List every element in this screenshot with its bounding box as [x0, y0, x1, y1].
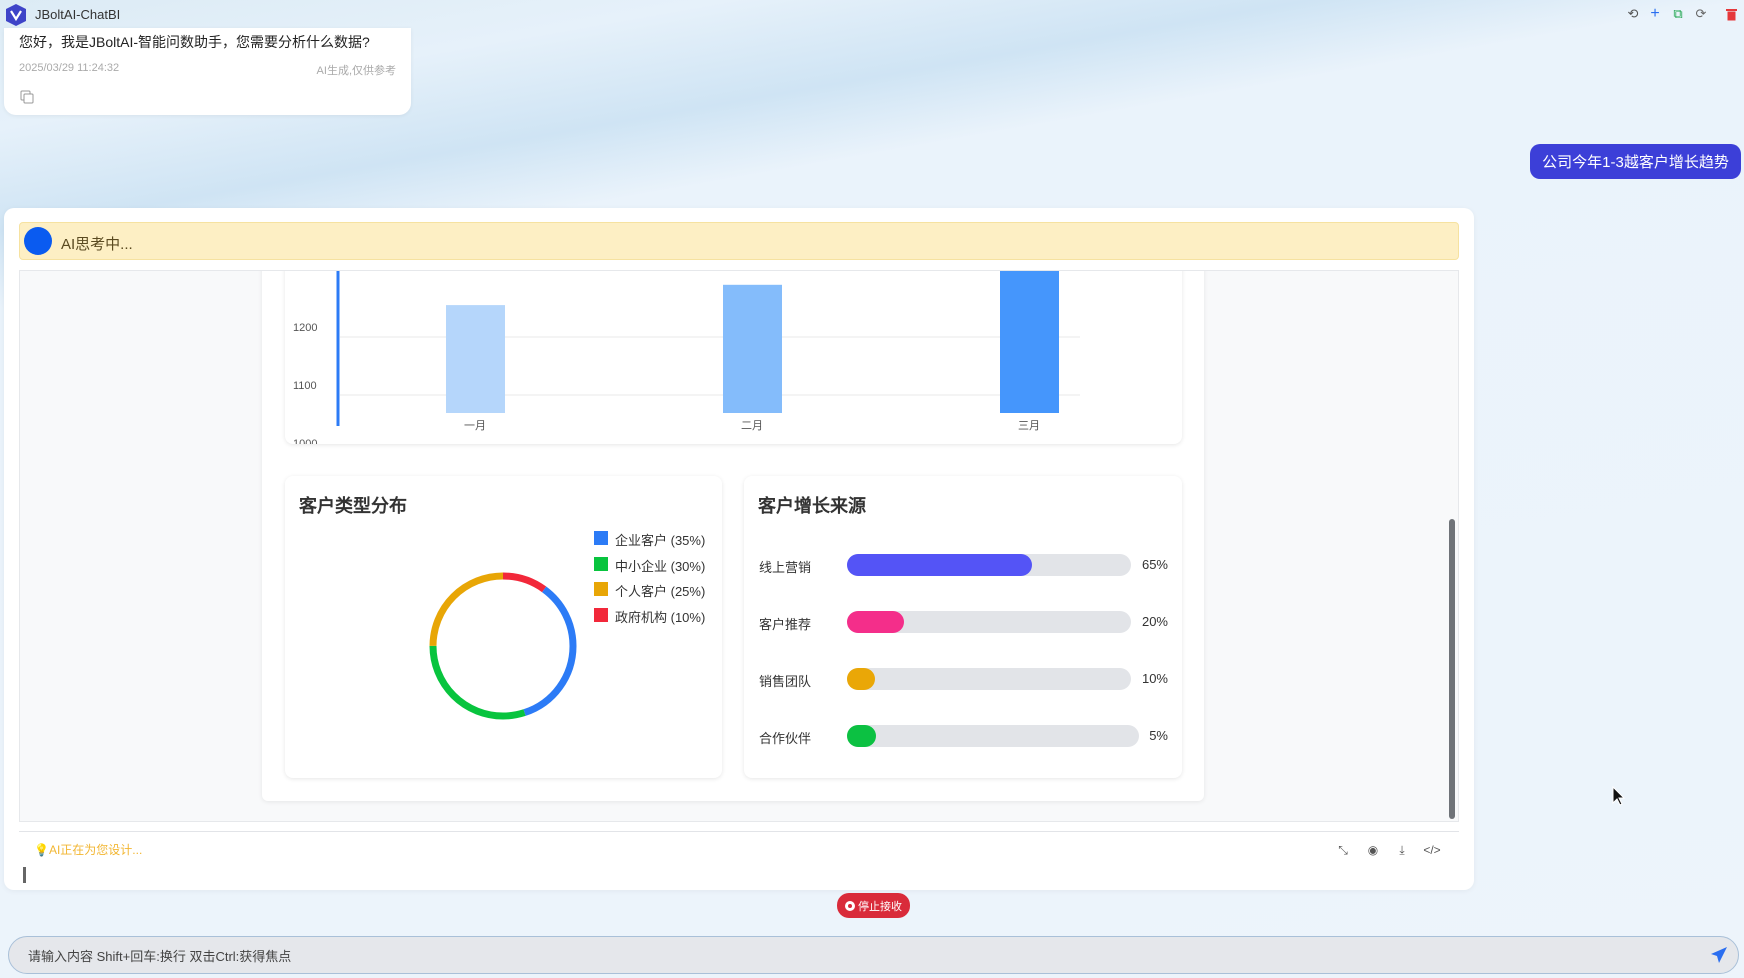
fullscreen-icon[interactable]: ⤡: [1335, 842, 1351, 858]
source-bar-fill: [847, 668, 876, 690]
x-tick-label: 三月: [1018, 420, 1040, 432]
source-bar-fill: [847, 554, 1032, 576]
bar-三月[interactable]: [1000, 270, 1059, 413]
lightbulb-icon: 💡: [34, 843, 49, 857]
refresh-icon[interactable]: ⟳: [1693, 6, 1709, 22]
eye-icon[interactable]: ◉: [1365, 842, 1381, 858]
y-tick-label: 1200: [293, 322, 317, 334]
code-icon[interactable]: </>: [1423, 842, 1440, 858]
bar-二月[interactable]: [723, 284, 782, 413]
app-title: JBoltAI-ChatBI: [35, 7, 121, 22]
user-message-bubble: 公司今年1-3越客户增长趋势: [1530, 144, 1741, 179]
chat-input[interactable]: 请输入内容 Shift+回车:换行 双击Ctrl:获得焦点: [8, 936, 1739, 974]
design-status-text: AI正在为您设计...: [48, 843, 143, 857]
source-label: 线上营销: [759, 560, 812, 575]
source-bar-track: [847, 668, 1131, 690]
legend-label: 个人客户 (25%): [615, 584, 706, 600]
stop-label: 停止接收: [858, 900, 902, 913]
customer-type-card: 客户类型分布 企业客户 (35%) 中小企业 (30%) 个人客户 (25%) 政府机…: [285, 476, 722, 778]
thinking-banner: AI思考中...: [19, 222, 1459, 260]
stop-icon: [845, 900, 855, 911]
source-percent: 5%: [1149, 728, 1168, 743]
bar-一月[interactable]: [446, 305, 505, 413]
legend-swatch: [594, 608, 608, 623]
legend-label: 政府机构 (10%): [615, 610, 706, 626]
source-bar-track: [847, 554, 1131, 576]
legend-label: 中小企业 (30%): [615, 558, 706, 574]
legend-swatch: [594, 582, 608, 597]
x-tick-label: 二月: [741, 420, 763, 432]
assistant-welcome-card: 您好，我是JBoltAI-智能问数助手，您需要分析什么数据? 2025/03/2…: [4, 28, 411, 115]
send-icon[interactable]: [1710, 946, 1728, 964]
mouse-cursor-icon: [1612, 786, 1626, 806]
customer-type-donut: [429, 572, 577, 720]
scrollbar-thumb[interactable]: [1449, 519, 1455, 819]
plus-icon[interactable]: +: [1647, 5, 1663, 22]
source-percent: 10%: [1141, 671, 1168, 686]
design-status: 💡AI正在为您设计...: [34, 841, 142, 858]
copy-icon[interactable]: [20, 90, 34, 104]
growth-source-title: 客户增长来源: [758, 496, 866, 516]
trash-icon[interactable]: [1723, 6, 1739, 22]
source-label: 客户推荐: [759, 617, 812, 632]
source-bar-track: [847, 611, 1131, 633]
source-label: 销售团队: [759, 674, 812, 689]
external-link-icon[interactable]: ⧉: [1670, 6, 1686, 22]
report-preview-viewport[interactable]: 1000 1100 1200 一月 二月 三月 客户类型分布 企业客户 (35%) 中小企业…: [19, 270, 1459, 822]
text-caret: [23, 867, 26, 883]
ai-avatar: [24, 227, 52, 255]
report-container: 1000 1100 1200 一月 二月 三月 客户类型分布 企业客户 (35%) 中小企业…: [262, 270, 1204, 801]
source-bar-fill: [847, 725, 877, 747]
source-label: 合作伙伴: [759, 731, 812, 746]
source-bar-track: [847, 725, 1139, 747]
welcome-message: 您好，我是JBoltAI-智能问数助手，您需要分析什么数据?: [19, 34, 370, 50]
ai-disclaimer: AI生成,仅供参考: [316, 65, 396, 77]
x-tick-label: 一月: [464, 420, 486, 432]
growth-source-card: 客户增长来源 线上营销 65% 客户推荐 20% 销售团队 10% 合作伙伴 5%: [744, 476, 1182, 778]
app-logo-icon: [6, 4, 26, 26]
y-tick-label: 1100: [293, 380, 317, 392]
stop-receiving-button[interactable]: 停止接收: [837, 893, 910, 918]
monthly-bar-chart: 1000 1100 1200 一月 二月 三月: [293, 270, 1080, 444]
source-percent: 65%: [1141, 557, 1168, 572]
message-timestamp: 2025/03/29 11:24:32: [19, 62, 120, 74]
download-icon[interactable]: ⤓: [1394, 842, 1410, 858]
legend-swatch: [594, 531, 608, 545]
source-bar-fill: [847, 611, 904, 633]
monthly-growth-chart-card: 1000 1100 1200 一月 二月 三月: [285, 270, 1182, 444]
chat-input-placeholder: 请输入内容 Shift+回车:换行 双击Ctrl:获得焦点: [28, 948, 292, 964]
thinking-status: AI思考中...: [61, 236, 133, 253]
legend-swatch: [594, 556, 608, 571]
legend-label: 企业客户 (35%): [615, 533, 706, 548]
source-percent: 20%: [1141, 614, 1168, 629]
y-tick-label: 1000: [293, 438, 317, 444]
divider: [19, 831, 1459, 832]
history-icon[interactable]: ⟲: [1625, 6, 1641, 22]
title-bar: JBoltAI-ChatBI ⟲ + ⧉ ⟳: [0, 0, 1744, 31]
